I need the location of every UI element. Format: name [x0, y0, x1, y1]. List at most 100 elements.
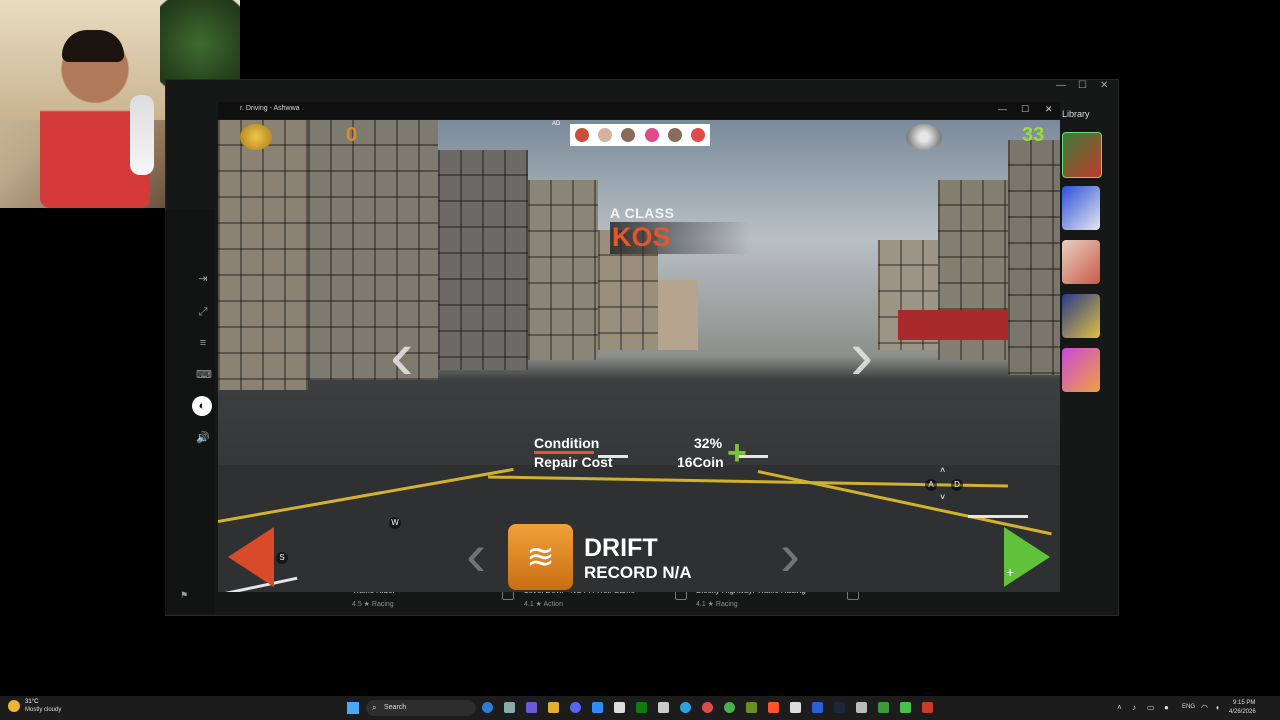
start-button[interactable] [347, 702, 359, 714]
ad-image [644, 128, 659, 142]
condition-value: 32% [694, 435, 723, 451]
building [438, 150, 528, 370]
repair-button[interactable]: + [727, 436, 747, 470]
speaker-icon[interactable]: ♪ [1132, 703, 1136, 712]
repair-cost-value: 16Coin [677, 454, 724, 470]
app-icon[interactable] [812, 702, 823, 713]
clock-time[interactable]: 9:15 PM [1233, 700, 1255, 706]
drift-mode-icon[interactable]: ≋ [508, 524, 573, 590]
crosshair-icon: + [1006, 564, 1015, 580]
game-titlebar [218, 102, 1060, 119]
ad-image [621, 128, 636, 142]
wifi-icon[interactable]: ◠ [1201, 703, 1208, 712]
xbox-icon[interactable] [636, 702, 647, 713]
sliders-icon[interactable]: ≡ [196, 336, 210, 350]
app-icon[interactable] [790, 702, 801, 713]
language-indicator[interactable]: ENG [1182, 704, 1195, 710]
search-box[interactable] [366, 700, 476, 716]
ad-label: AD [552, 121, 561, 127]
library-game-thumb[interactable] [1062, 132, 1102, 178]
mode-name: DRIFT [584, 534, 658, 562]
building [308, 120, 438, 380]
battery-icon[interactable]: ▭ [1147, 703, 1155, 712]
store-item-meta: 4.1 ★ Racing [696, 601, 738, 608]
game-viewport[interactable] [218, 120, 1060, 592]
exit-icon[interactable]: ⇥ [196, 272, 210, 286]
car-class-label: A CLASS [610, 205, 675, 221]
store-item-meta: 4.5 ★ Racing [352, 601, 394, 608]
search-icon: ⌕ [372, 703, 377, 712]
library-label: Library [1062, 109, 1090, 119]
game-taskbar-icon[interactable] [922, 702, 933, 713]
webcam-person-hair [62, 30, 124, 62]
keyboard-icon[interactable]: ⌨ [196, 368, 212, 382]
building [1008, 140, 1060, 375]
next-mode-chevron-icon[interactable]: › [780, 525, 800, 585]
coin-icon [240, 124, 272, 150]
building [218, 120, 308, 390]
telegram-icon[interactable] [680, 702, 691, 713]
launcher-close-button[interactable]: ✕ [1100, 80, 1108, 91]
discord-icon[interactable] [570, 702, 581, 713]
app-icon[interactable] [702, 702, 713, 713]
app-icon[interactable] [900, 702, 911, 713]
key-down-icon: ˅ [940, 492, 946, 502]
storefront-sign [898, 310, 1008, 340]
mic-icon[interactable]: ● [1164, 703, 1169, 712]
game-minimize-button[interactable]: — [998, 104, 1007, 114]
building [528, 180, 598, 360]
app-icon[interactable] [878, 702, 889, 713]
game-close-button[interactable]: ✕ [1045, 104, 1053, 115]
ad-image [597, 128, 612, 142]
volume-icon[interactable]: 🔊 [196, 431, 210, 445]
library-game-thumb[interactable] [1062, 186, 1100, 230]
car-name: KOS [612, 222, 671, 252]
ad-banner[interactable] [570, 124, 710, 146]
app-icon[interactable] [504, 702, 515, 713]
building [658, 280, 698, 350]
yellow-line [757, 470, 1052, 536]
key-hint-w: W [389, 517, 401, 529]
currency-count: 33 [1022, 124, 1045, 146]
launcher-minimize-button[interactable]: — [1056, 80, 1066, 91]
chrome-icon[interactable] [724, 702, 735, 713]
mode-record: RECORD N/A [584, 563, 692, 582]
volume-icon[interactable]: ◖ [1215, 703, 1220, 712]
app-icon[interactable] [856, 702, 867, 713]
ad-image [667, 128, 682, 142]
ad-image [574, 128, 589, 142]
gamepad-icon[interactable]: ◐ [192, 396, 212, 416]
app-icon[interactable] [658, 702, 669, 713]
library-game-thumb[interactable] [1062, 240, 1100, 284]
back-triangle-button[interactable] [228, 527, 274, 587]
clock-date[interactable]: 4/26/2026 [1229, 709, 1256, 715]
ad-image [691, 128, 706, 142]
app-icon[interactable] [526, 702, 537, 713]
app-icon[interactable] [614, 702, 625, 713]
steam-icon[interactable] [834, 702, 845, 713]
library-game-thumb[interactable] [1062, 294, 1100, 338]
bookmark-icon[interactable]: ⚑ [180, 590, 188, 601]
weather-temp: 31°C [25, 699, 39, 705]
brave-icon[interactable] [768, 702, 779, 713]
app-icon[interactable] [592, 702, 603, 713]
coin-count: 0 [346, 124, 358, 146]
game-maximize-button[interactable]: ☐ [1021, 104, 1029, 115]
key-hint-a: A [925, 479, 937, 491]
key-hint-s: S [276, 552, 288, 564]
weather-icon[interactable] [8, 700, 20, 712]
launcher-maximize-button[interactable]: ☐ [1078, 80, 1087, 91]
prev-car-chevron-icon[interactable]: ‹ [390, 320, 413, 390]
app-icon[interactable] [746, 702, 757, 713]
library-game-thumb[interactable] [1062, 348, 1100, 392]
lane-marking [968, 515, 1028, 518]
next-car-chevron-icon[interactable]: › [850, 320, 873, 390]
file-explorer-icon[interactable] [548, 702, 559, 713]
chevron-up-icon[interactable]: ˄ [1117, 703, 1122, 712]
expand-icon[interactable]: ⤢ [196, 305, 210, 319]
tire-icon [906, 124, 942, 150]
prev-mode-chevron-icon[interactable]: ‹ [466, 525, 486, 585]
repair-cost-label: Repair Cost [534, 454, 613, 470]
webcam-microphone [130, 95, 154, 175]
edge-icon[interactable] [482, 702, 493, 713]
